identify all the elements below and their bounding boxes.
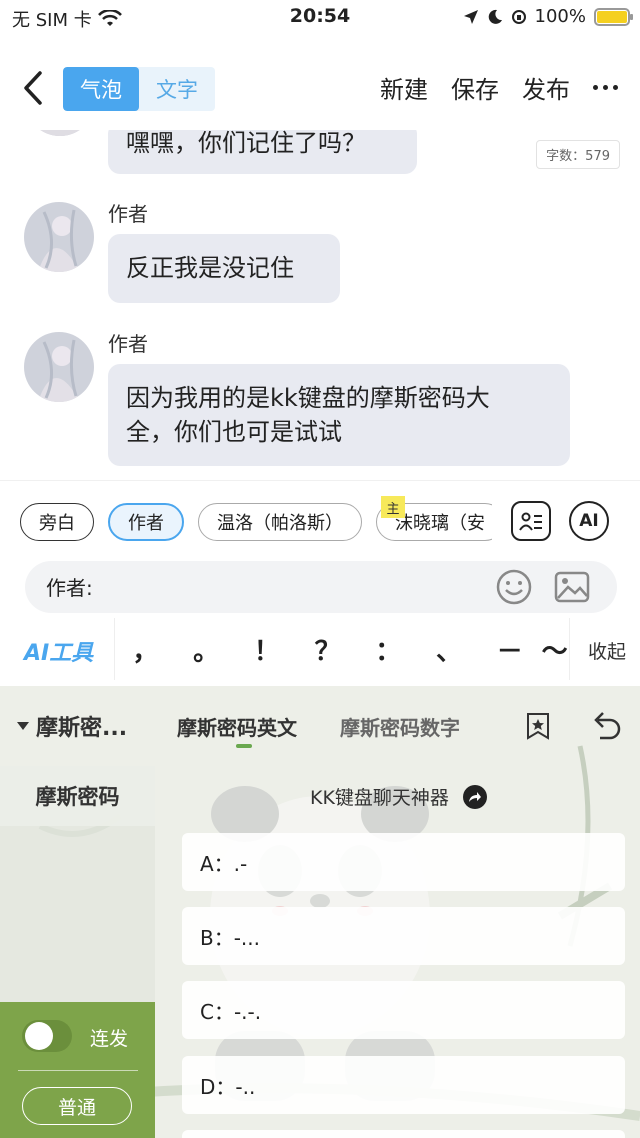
role-list: 旁白 作者 温洛（帕洛斯） 沫晓璃（安 xyxy=(20,503,492,543)
caret-down-icon xyxy=(17,722,29,730)
keyboard-title-text: KK键盘聊天神器 xyxy=(310,787,449,809)
word-count-badge: 字数：579 xyxy=(536,140,620,169)
sidebar-controls: 连发 普通 xyxy=(0,1002,155,1138)
main-role-badge: 主 xyxy=(381,496,405,518)
avatar[interactable] xyxy=(25,130,95,136)
mode-text-tab[interactable]: 文字 xyxy=(139,67,215,111)
punctuation-bar: ， 。 ！ ？ ： 、 － ～ xyxy=(114,618,570,680)
keyboard-title[interactable]: KK键盘聊天神器 xyxy=(310,783,487,810)
mode-bubble-tab[interactable]: 气泡 xyxy=(63,67,139,111)
repeat-toggle-label: 连发 xyxy=(90,1028,129,1050)
dropdown-label: 摩斯密... xyxy=(36,716,128,741)
message-input[interactable] xyxy=(105,569,485,605)
morse-item[interactable]: C：-.-. xyxy=(182,981,625,1039)
message-text: 反正我是没记住 xyxy=(126,254,294,282)
tab-morse-english[interactable]: 摩斯密码英文 xyxy=(177,712,297,741)
author-name: 作者 xyxy=(108,332,148,356)
sidebar-item-morse[interactable]: 摩斯密码 xyxy=(0,766,155,826)
morse-item[interactable]: B：-... xyxy=(182,907,625,965)
nav-bar: 气泡 文字 新建 保存 发布 xyxy=(0,54,640,126)
role-manage-icon[interactable] xyxy=(511,501,551,541)
keyboard-header: 摩斯密... 摩斯密码英文 摩斯密码数字 xyxy=(0,686,640,766)
new-button[interactable]: 新建 xyxy=(380,70,428,105)
ai-button[interactable]: AI xyxy=(569,501,609,541)
screen: 无 SIM 卡 20:54 100% 气泡 文字 新建 保存 发布 嘿嘿，你们记… xyxy=(0,0,640,1138)
message-text-line: 因为我用的是kk键盘的摩斯密码大 xyxy=(126,384,490,412)
punctuation-key[interactable]: － xyxy=(479,618,540,680)
role-chip[interactable]: 旁白 xyxy=(20,503,94,541)
tab-indicator xyxy=(236,744,252,748)
emoji-icon[interactable] xyxy=(495,568,533,606)
punctuation-key[interactable]: ， xyxy=(115,618,176,680)
mode-toggle: 气泡 文字 xyxy=(63,67,215,111)
message-text: 嘿嘿，你们记住了吗？ xyxy=(126,130,366,157)
morse-item[interactable]: A：.- xyxy=(182,833,625,891)
avatar[interactable] xyxy=(24,332,94,402)
repeat-toggle[interactable] xyxy=(22,1020,72,1052)
collapse-button[interactable]: 收起 xyxy=(588,637,626,664)
punctuation-key[interactable]: ？ xyxy=(297,618,358,680)
morse-item[interactable]: D：-.. xyxy=(182,1056,625,1114)
punctuation-key[interactable]: 。 xyxy=(176,618,237,680)
battery-percent: 100% xyxy=(534,6,586,27)
status-bar: 无 SIM 卡 20:54 100% xyxy=(0,0,640,34)
keyboard-category-dropdown[interactable]: 摩斯密... xyxy=(16,710,127,742)
keyboard-panel: 摩斯密... 摩斯密码英文 摩斯密码数字 摩斯密码 连发 普通 KK键盘聊天神器… xyxy=(0,686,640,1138)
share-arrow-icon[interactable] xyxy=(462,784,487,809)
speaker-label: 作者: xyxy=(46,576,93,600)
more-icon[interactable] xyxy=(593,85,618,90)
message-bubble[interactable]: 因为我用的是kk键盘的摩斯密码大 全，你们也可是试试 xyxy=(108,364,570,466)
tab-morse-number[interactable]: 摩斯密码数字 xyxy=(340,712,460,741)
ai-tools-button[interactable]: AI工具 xyxy=(24,635,93,667)
image-icon[interactable] xyxy=(553,568,591,606)
punctuation-key[interactable]: 、 xyxy=(419,618,480,680)
message-bubble[interactable]: 嘿嘿，你们记住了吗？ xyxy=(108,130,417,174)
punctuation-key[interactable]: ！ xyxy=(236,618,297,680)
rotation-lock-icon xyxy=(511,9,526,24)
message-bubble[interactable]: 反正我是没记住 xyxy=(108,234,340,303)
bookmark-star-icon[interactable] xyxy=(526,712,550,740)
normal-mode-button[interactable]: 普通 xyxy=(22,1087,132,1125)
ai-button-label: AI xyxy=(579,511,599,531)
message-input-row: 作者: xyxy=(25,561,617,613)
punctuation-key[interactable]: ： xyxy=(358,618,419,680)
keyboard-sidebar: 摩斯密码 连发 普通 xyxy=(0,766,155,1138)
tools-row: AI工具 ， 。 ！ ？ ： 、 － ～ 收起 xyxy=(0,616,640,686)
punctuation-key[interactable]: ～ xyxy=(540,618,569,680)
undo-icon[interactable] xyxy=(590,710,622,740)
back-icon[interactable] xyxy=(18,68,48,108)
status-right: 100% xyxy=(463,6,633,27)
publish-button[interactable]: 发布 xyxy=(522,70,570,105)
author-name: 作者 xyxy=(108,202,148,226)
divider xyxy=(18,1070,138,1071)
chat-area: 嘿嘿，你们记住了吗？ 作者 反正我是没记住 作者 因为我用的是kk键盘的摩斯密码… xyxy=(0,130,640,478)
role-bar: 旁白 作者 温洛（帕洛斯） 沫晓璃（安 AI 作者: AI工具 ， 。 ！ ？ … xyxy=(0,480,640,690)
role-chip[interactable]: 温洛（帕洛斯） xyxy=(198,503,362,541)
role-chip-active[interactable]: 作者 xyxy=(108,503,184,541)
battery-icon xyxy=(594,7,633,26)
location-arrow-icon xyxy=(463,9,478,24)
avatar[interactable] xyxy=(24,202,94,272)
moon-icon xyxy=(488,9,502,24)
nav-actions: 新建 保存 发布 xyxy=(380,70,618,105)
morse-item[interactable] xyxy=(182,1130,625,1138)
save-button[interactable]: 保存 xyxy=(451,70,499,105)
message-text-line: 全，你们也可是试试 xyxy=(126,418,342,446)
